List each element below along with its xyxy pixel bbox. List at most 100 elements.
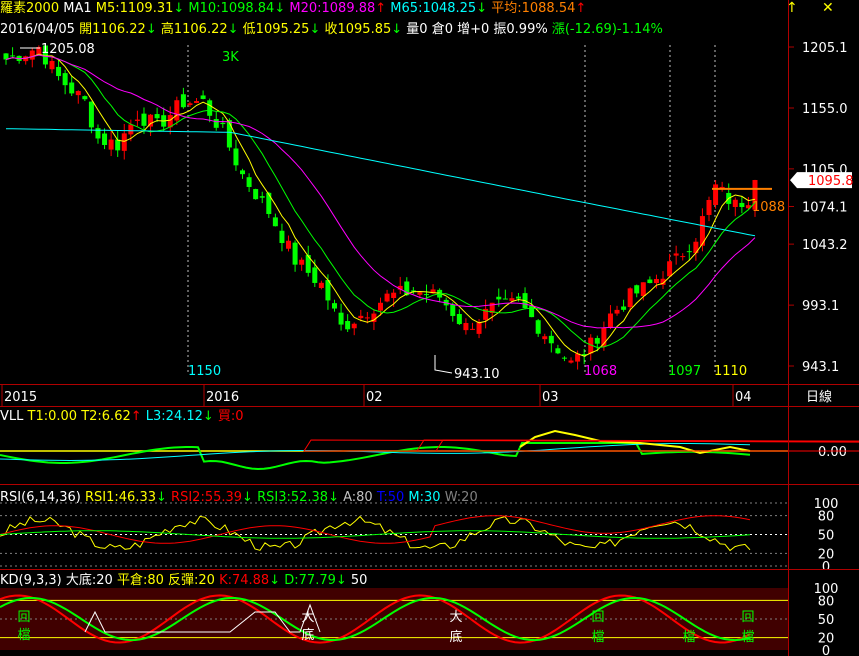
candle-body-41 (272, 217, 278, 227)
kd-axis-label-1: 80 (818, 594, 835, 609)
time-label-4: 04 (735, 390, 752, 405)
candle-body-38 (253, 189, 259, 200)
candle-body-1 (10, 55, 16, 57)
candle-body-77 (509, 298, 515, 301)
candle-body-18 (121, 133, 127, 151)
rsi-axis-label-4: 0 (822, 560, 830, 569)
candle-body-44 (292, 242, 298, 265)
candle-body-39 (259, 196, 265, 198)
candle-body-112 (739, 202, 745, 207)
avg-label: 1088 (752, 200, 785, 215)
candle-body-101 (667, 261, 673, 277)
candle-body-85 (561, 357, 567, 359)
marker-label-2: 1097 (668, 364, 701, 379)
marker-label-3: 1110 (714, 364, 747, 379)
kd-signal-label-4: 大 (449, 610, 462, 625)
candle-body-111 (732, 199, 738, 207)
candle-body-75 (496, 296, 502, 300)
kd-background (0, 588, 788, 650)
candle-body-55 (364, 317, 370, 319)
price-axis-label-0: 1205.1 (802, 41, 848, 56)
candle-body-23 (154, 114, 160, 119)
vll-buy-signal-0 (303, 439, 859, 452)
candle-body-64 (423, 294, 429, 296)
candle-body-11 (75, 91, 81, 96)
candle-body-7 (49, 60, 55, 70)
candle-body-86 (568, 360, 574, 363)
kd-chart[interactable]: 1008050200回檔大底大底回檔 檔回檔 (0, 570, 859, 656)
candle-body-96 (634, 285, 640, 294)
rsi3-line (0, 530, 751, 539)
candle-body-45 (299, 259, 305, 265)
kd-axis-label-2: 50 (818, 613, 835, 628)
candle-body-4 (29, 50, 35, 60)
marker-label-1: 1068 (584, 364, 617, 379)
candle-body-57 (378, 302, 383, 311)
candle-body-107 (706, 200, 712, 215)
candle-body-68 (450, 304, 456, 316)
candle-body-84 (555, 348, 561, 354)
candle-body-97 (640, 282, 646, 297)
candle-body-15 (102, 133, 108, 145)
kd-signal-label-6: 回 (591, 610, 604, 625)
kd-signal-label-5: 底 (449, 629, 462, 645)
candle-body-40 (266, 192, 272, 215)
kd-signal-label-10: 檔 (741, 630, 754, 645)
candle-body-33 (220, 122, 226, 125)
candle-body-12 (82, 96, 88, 100)
candle-body-83 (548, 335, 554, 344)
candle-body-31 (207, 100, 213, 116)
candle-body-34 (226, 120, 232, 148)
candle-body-69 (456, 314, 462, 325)
axis-separator (788, 0, 789, 656)
candle-body-42 (279, 230, 285, 244)
kd-signal-label-2: 大 (301, 610, 314, 625)
candle-body-10 (69, 82, 75, 94)
price-axis-label-4: 1043.2 (802, 238, 848, 253)
candle-body-81 (535, 320, 541, 334)
candle-body-76 (502, 298, 508, 300)
three-k-label: 3K (222, 50, 239, 65)
vll-axis-label-0: 0.00 (818, 445, 847, 460)
marker-label-0: 1150 (188, 364, 221, 379)
candle-body-50 (332, 303, 338, 309)
candle-body-32 (213, 119, 219, 128)
kd-signal-label-0: 回 (17, 610, 30, 625)
candle-body-20 (134, 119, 140, 121)
candle-body-58 (384, 293, 390, 302)
time-label-3: 03 (542, 390, 559, 405)
rsi2-line (0, 515, 751, 544)
low-label: 943.10 (454, 367, 500, 382)
candle-body-8 (56, 66, 62, 77)
candle-body-54 (358, 315, 364, 319)
vll-chart[interactable]: 0.00 (0, 407, 859, 483)
candle-body-92 (607, 313, 613, 329)
candle-body-104 (686, 251, 692, 253)
rsi-chart[interactable]: 1008050200 (0, 485, 859, 569)
candle-body-48 (318, 282, 324, 288)
candle-body-16 (108, 139, 114, 150)
candle-body-36 (240, 170, 246, 175)
time-unit-label: 日線 (806, 389, 832, 405)
time-axis: 2015 2016 02 03 04 日線 (1, 385, 832, 406)
candle-body-37 (246, 177, 252, 187)
current-price-tag: 1095.8 (808, 174, 854, 189)
rsi-axis-label-1: 80 (818, 510, 835, 525)
candle-body-103 (680, 256, 686, 258)
candle-body-105 (693, 241, 699, 254)
candle-body-17 (115, 139, 121, 151)
candle-body-108 (713, 184, 719, 205)
candle-body-53 (351, 323, 357, 329)
price-axis-label-3: 1074.1 (802, 201, 848, 216)
candle-body-13 (88, 101, 94, 128)
kd-axis-label-4: 0 (822, 644, 830, 656)
rsi1-line (0, 515, 751, 552)
price-chart[interactable]: 1205.11155.01105.01074.11043.2993.1943.1… (0, 0, 859, 384)
rsi-axis-label-2: 50 (818, 529, 835, 544)
time-label-2: 02 (366, 390, 383, 405)
low-leader (434, 355, 453, 374)
candle-body-80 (529, 305, 535, 318)
candle-body-43 (286, 240, 292, 249)
candle-body-78 (515, 296, 521, 299)
candle-body-94 (621, 306, 627, 310)
